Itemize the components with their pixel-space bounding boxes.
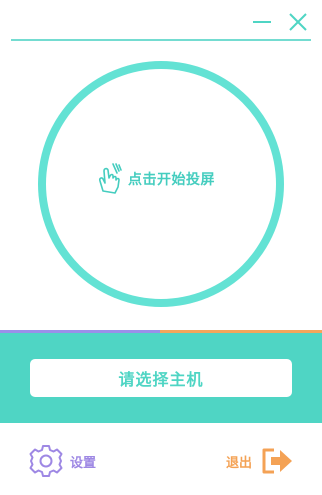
title-bar (0, 0, 322, 41)
logout-button[interactable]: 退出 (226, 442, 294, 480)
hand-pointer-icon (99, 163, 122, 194)
title-divider (11, 39, 311, 41)
start-cast-button[interactable]: 点击开始投屏 (94, 159, 215, 199)
select-host-button[interactable]: 请选择主机 (30, 359, 292, 397)
exit-icon (262, 448, 293, 474)
panel-accent-purple (0, 330, 160, 333)
logout-label: 退出 (226, 455, 253, 471)
settings-button[interactable]: 设置 (28, 442, 96, 480)
gear-icon (29, 445, 63, 477)
footer: 设置 退出 (0, 423, 322, 495)
start-cast-label: 点击开始投屏 (128, 172, 215, 188)
minimize-icon (253, 21, 271, 23)
close-icon (289, 13, 307, 31)
panel-accent-orange (160, 330, 322, 333)
cast-ring[interactable]: 点击开始投屏 (38, 61, 284, 307)
settings-label: 设置 (70, 455, 97, 471)
close-button[interactable] (286, 10, 310, 34)
host-panel: 请选择主机 (0, 330, 322, 423)
minimize-button[interactable] (250, 10, 274, 34)
